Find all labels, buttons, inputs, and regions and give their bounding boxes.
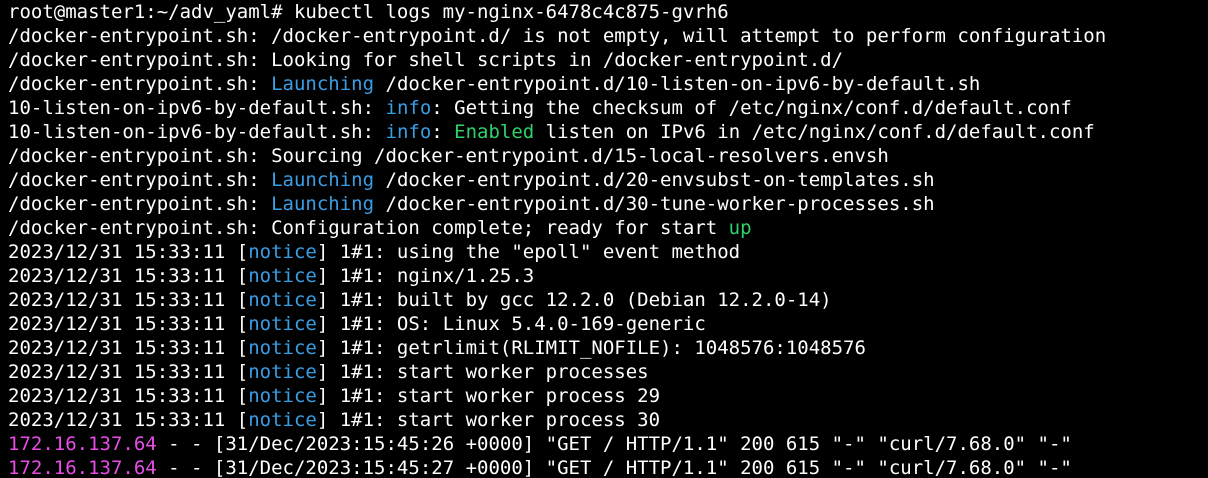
log-line: 172.16.137.64 - - [31/Dec/2023:15:45:27 … xyxy=(8,456,1208,478)
log-line: /docker-entrypoint.sh: Launching /docker… xyxy=(8,168,1208,192)
log-text-segment: 2023/12/31 15:33:11 [ xyxy=(8,241,249,263)
log-line: 10-listen-on-ipv6-by-default.sh: info: E… xyxy=(8,120,1208,144)
terminal-output: root@master1:~/adv_yaml# kubectl logs my… xyxy=(8,0,1208,478)
log-text-segment: Launching xyxy=(271,193,375,215)
log-text-segment: /docker-entrypoint.sh: Sourcing /docker-… xyxy=(8,145,889,167)
log-text-segment: ] 1#1: start worker process 30 xyxy=(316,409,661,431)
log-text-segment: 2023/12/31 15:33:11 [ xyxy=(8,265,249,287)
log-line: 2023/12/31 15:33:11 [notice] 1#1: OS: Li… xyxy=(8,312,1208,336)
log-text-segment: root@master1:~/adv_yaml# kubectl logs my… xyxy=(8,1,729,23)
log-line: 172.16.137.64 - - [31/Dec/2023:15:45:26 … xyxy=(8,432,1208,456)
log-text-segment: notice xyxy=(248,265,317,287)
log-text-segment: 2023/12/31 15:33:11 [ xyxy=(8,385,249,407)
log-text-segment: notice xyxy=(248,385,317,407)
log-text-segment: notice xyxy=(248,409,317,431)
log-text-segment: /docker-entrypoint.d/10-listen-on-ipv6-b… xyxy=(374,73,981,95)
log-line: /docker-entrypoint.sh: Launching /docker… xyxy=(8,192,1208,216)
log-text-segment: 2023/12/31 15:33:11 [ xyxy=(8,313,249,335)
log-text-segment: notice xyxy=(248,361,317,383)
log-line: 2023/12/31 15:33:11 [notice] 1#1: start … xyxy=(8,384,1208,408)
log-text-segment: /docker-entrypoint.sh: xyxy=(8,73,272,95)
log-line: 2023/12/31 15:33:11 [notice] 1#1: start … xyxy=(8,408,1208,432)
log-line: /docker-entrypoint.sh: Sourcing /docker-… xyxy=(8,144,1208,168)
log-text-segment: 2023/12/31 15:33:11 [ xyxy=(8,361,249,383)
log-text-segment: notice xyxy=(248,241,317,263)
log-text-segment: /docker-entrypoint.d/20-envsubst-on-temp… xyxy=(374,169,935,191)
command-prompt-line: root@master1:~/adv_yaml# kubectl logs my… xyxy=(8,0,1208,24)
log-text-segment: 172.16.137.64 xyxy=(8,457,157,478)
log-text-segment: listen on IPv6 in /etc/nginx/conf.d/defa… xyxy=(534,121,1095,143)
log-text-segment: notice xyxy=(248,337,317,359)
terminal-window[interactable]: root@master1:~/adv_yaml# kubectl logs my… xyxy=(0,0,1208,478)
log-text-segment: /docker-entrypoint.sh: Configuration com… xyxy=(8,217,729,239)
log-text-segment: - - [31/Dec/2023:15:45:27 +0000] "GET / … xyxy=(156,457,1072,478)
log-line: 2023/12/31 15:33:11 [notice] 1#1: start … xyxy=(8,360,1208,384)
log-text-segment: /docker-entrypoint.d/30-tune-worker-proc… xyxy=(374,193,935,215)
log-text-segment: /docker-entrypoint.sh: Looking for shell… xyxy=(8,49,844,71)
log-line: /docker-entrypoint.sh: Looking for shell… xyxy=(8,48,1208,72)
log-text-segment: ] 1#1: start worker processes xyxy=(316,361,649,383)
log-text-segment: Enabled xyxy=(454,121,535,143)
log-text-segment: - - [31/Dec/2023:15:45:26 +0000] "GET / … xyxy=(156,433,1072,455)
log-text-segment: info xyxy=(385,121,432,143)
log-line: 2023/12/31 15:33:11 [notice] 1#1: using … xyxy=(8,240,1208,264)
log-text-segment: Launching xyxy=(271,169,375,191)
log-line: 2023/12/31 15:33:11 [notice] 1#1: getrli… xyxy=(8,336,1208,360)
log-text-segment: : xyxy=(431,121,455,143)
log-text-segment: up xyxy=(728,217,752,239)
log-text-segment: Launching xyxy=(271,73,375,95)
log-text-segment: ] 1#1: OS: Linux 5.4.0-169-generic xyxy=(316,313,706,335)
log-text-segment: notice xyxy=(248,313,317,335)
log-text-segment: /docker-entrypoint.sh: /docker-entrypoin… xyxy=(8,25,1107,47)
log-line: /docker-entrypoint.sh: Launching /docker… xyxy=(8,72,1208,96)
log-text-segment: 10-listen-on-ipv6-by-default.sh: xyxy=(8,121,386,143)
log-text-segment: info xyxy=(385,97,432,119)
log-text-segment: /docker-entrypoint.sh: xyxy=(8,169,272,191)
log-text-segment: ] 1#1: built by gcc 12.2.0 (Debian 12.2.… xyxy=(316,289,832,311)
log-text-segment: 10-listen-on-ipv6-by-default.sh: xyxy=(8,97,386,119)
log-line: 10-listen-on-ipv6-by-default.sh: info: G… xyxy=(8,96,1208,120)
log-text-segment: 2023/12/31 15:33:11 [ xyxy=(8,409,249,431)
log-text-segment: 172.16.137.64 xyxy=(8,433,157,455)
log-text-segment: notice xyxy=(248,289,317,311)
log-line: 2023/12/31 15:33:11 [notice] 1#1: built … xyxy=(8,288,1208,312)
log-text-segment: /docker-entrypoint.sh: xyxy=(8,193,272,215)
log-text-segment: : Getting the checksum of /etc/nginx/con… xyxy=(431,97,1072,119)
log-text-segment: ] 1#1: getrlimit(RLIMIT_NOFILE): 1048576… xyxy=(316,337,866,359)
log-line: 2023/12/31 15:33:11 [notice] 1#1: nginx/… xyxy=(8,264,1208,288)
log-text-segment: 2023/12/31 15:33:11 [ xyxy=(8,289,249,311)
log-text-segment: ] 1#1: start worker process 29 xyxy=(316,385,661,407)
log-line: /docker-entrypoint.sh: Configuration com… xyxy=(8,216,1208,240)
log-text-segment: ] 1#1: using the "epoll" event method xyxy=(316,241,741,263)
log-text-segment: ] 1#1: nginx/1.25.3 xyxy=(316,265,535,287)
log-text-segment: 2023/12/31 15:33:11 [ xyxy=(8,337,249,359)
log-line: /docker-entrypoint.sh: /docker-entrypoin… xyxy=(8,24,1208,48)
